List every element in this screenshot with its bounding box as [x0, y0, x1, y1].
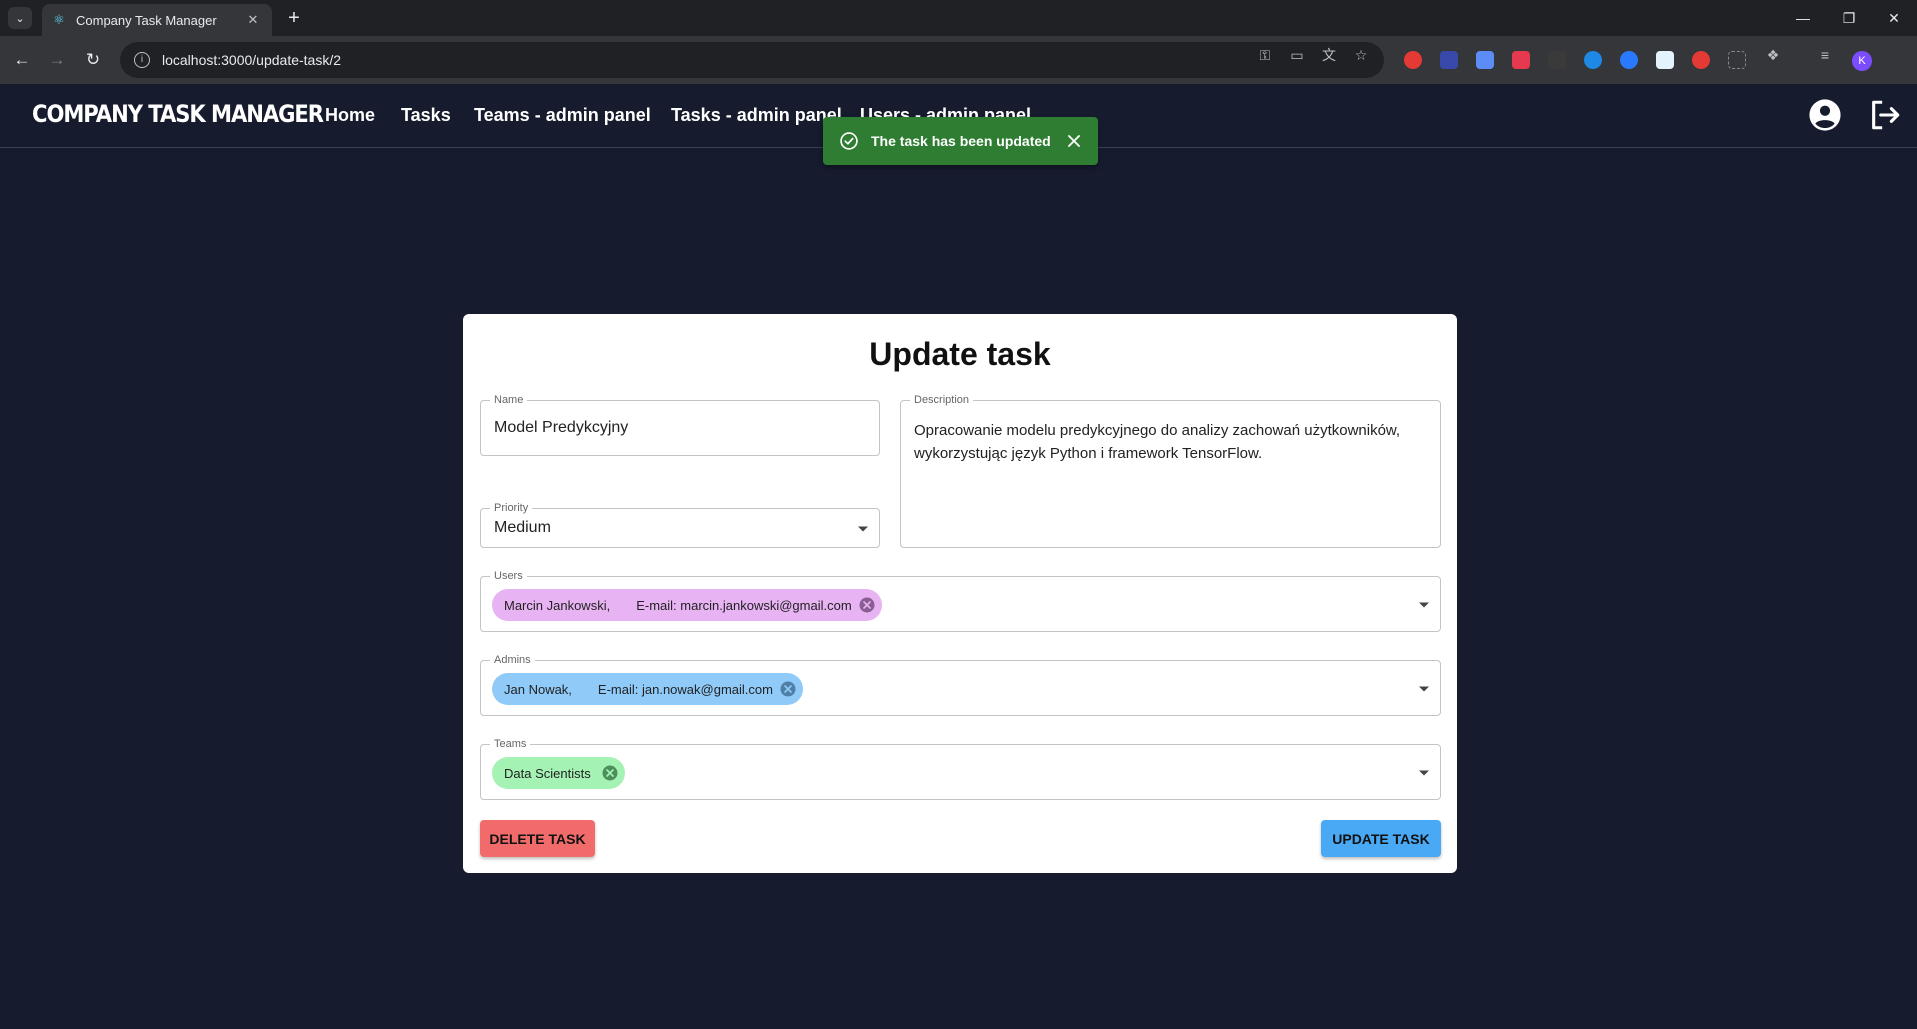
react-favicon-icon: ⚛	[53, 12, 65, 27]
account-circle-icon[interactable]	[1808, 98, 1842, 132]
back-arrow-icon[interactable]: ←	[10, 48, 34, 72]
address-url[interactable]: localhost:3000/update-task/2	[162, 52, 341, 68]
remove-admin-icon[interactable]	[779, 680, 797, 698]
address-bar[interactable]: i localhost:3000/update-task/2	[120, 42, 1384, 78]
nav-tasks-admin[interactable]: Tasks - admin panel	[671, 105, 842, 126]
description-field[interactable]: Description Opracowanie modelu predykcyj…	[900, 393, 1441, 548]
nav-teams-admin[interactable]: Teams - admin panel	[474, 105, 651, 126]
bookmark-star-icon[interactable]: ☆	[1352, 46, 1370, 64]
remove-team-icon[interactable]	[601, 764, 619, 782]
name-label: Name	[490, 393, 528, 407]
install-app-icon[interactable]: ▭	[1288, 46, 1306, 64]
site-info-icon[interactable]: i	[134, 52, 150, 68]
profile-avatar[interactable]: K	[1852, 51, 1872, 71]
admins-label: Admins	[490, 653, 535, 667]
users-select[interactable]: Users Marcin Jankowski, E-mail: marcin.j…	[480, 569, 1441, 632]
chevron-down-icon[interactable]	[1418, 769, 1430, 777]
name-field[interactable]: Name Model Predykcyjny	[480, 393, 880, 456]
app-brand[interactable]: COMPANY TASK MANAGER	[32, 100, 324, 128]
tab-search-chevron-icon[interactable]: ⌄	[8, 7, 32, 29]
logout-icon[interactable]	[1868, 98, 1902, 132]
browser-tab[interactable]: ⚛ Company Task Manager ✕	[42, 4, 272, 36]
extension-doc-icon[interactable]	[1656, 51, 1674, 69]
toast-message: The task has been updated	[871, 133, 1051, 149]
team-chip-name: Data Scientists	[504, 765, 591, 781]
teams-select[interactable]: Teams Data Scientists	[480, 737, 1441, 800]
remove-user-icon[interactable]	[858, 596, 876, 614]
restore-window-icon[interactable]: ❐	[1826, 0, 1872, 36]
nav-tasks[interactable]: Tasks	[401, 105, 451, 126]
extension-red-icon[interactable]	[1404, 51, 1422, 69]
update-task-button[interactable]: UPDATE TASK	[1321, 820, 1441, 857]
tab-close-icon[interactable]: ✕	[244, 12, 262, 28]
toast-close-icon[interactable]	[1064, 131, 1084, 151]
page-title: Update task	[869, 336, 1051, 372]
chevron-down-icon[interactable]	[857, 525, 869, 533]
extension-blue-circle-icon[interactable]	[1584, 51, 1602, 69]
check-circle-icon	[840, 132, 858, 150]
password-key-icon[interactable]: ⚿	[1256, 46, 1274, 64]
reading-list-icon[interactable]: ≡	[1816, 46, 1834, 64]
extensions-puzzle-icon[interactable]: ❖	[1764, 46, 1782, 64]
browser-toolbar: ← → ↻ i localhost:3000/update-task/2 ⚿ ▭…	[0, 36, 1917, 84]
admin-chip[interactable]: Jan Nowak, E-mail: jan.nowak@gmail.com	[492, 673, 803, 705]
priority-select[interactable]: Priority Medium	[480, 501, 880, 548]
translate-icon[interactable]: 文	[1320, 46, 1338, 64]
tab-title: Company Task Manager	[76, 12, 217, 28]
extension-frame-icon[interactable]	[1728, 51, 1746, 69]
minimize-window-icon[interactable]: —	[1780, 0, 1826, 36]
user-chip[interactable]: Marcin Jankowski, E-mail: marcin.jankows…	[492, 589, 882, 621]
forward-arrow-icon[interactable]: →	[45, 48, 69, 72]
description-label: Description	[910, 393, 974, 407]
extension-translate-icon[interactable]	[1476, 51, 1494, 69]
admins-select[interactable]: Admins Jan Nowak, E-mail: jan.nowak@gmai…	[480, 653, 1441, 716]
update-task-card: Update task Name Model Predykcyjny Descr…	[463, 314, 1457, 873]
extension-shield-icon[interactable]	[1440, 51, 1458, 69]
priority-value[interactable]: Medium	[494, 519, 551, 537]
extension-sync-icon[interactable]	[1620, 51, 1638, 69]
user-chip-name: Marcin Jankowski,	[504, 597, 611, 613]
reload-icon[interactable]: ↻	[81, 48, 105, 72]
admin-chip-name: Jan Nowak,	[504, 681, 572, 697]
nav-home[interactable]: Home	[325, 105, 375, 126]
browser-tabbar: ⌄ ⚛ Company Task Manager ✕ + — ❐ ✕	[0, 0, 1917, 36]
chevron-down-icon[interactable]	[1418, 601, 1430, 609]
extension-grid-icon[interactable]	[1512, 51, 1530, 69]
admin-chip-email: E-mail: jan.nowak@gmail.com	[597, 681, 773, 697]
priority-label: Priority	[490, 501, 533, 515]
close-window-icon[interactable]: ✕	[1871, 0, 1917, 36]
team-chip[interactable]: Data Scientists	[492, 757, 625, 789]
success-toast: The task has been updated	[823, 117, 1098, 165]
teams-label: Teams	[490, 737, 531, 751]
description-value[interactable]: Opracowanie modelu predykcyjnego do anal…	[914, 419, 1434, 465]
extension-hat-icon[interactable]	[1548, 51, 1566, 69]
new-tab-plus-icon[interactable]: +	[282, 6, 306, 30]
name-value[interactable]: Model Predykcyjny	[494, 419, 628, 437]
extension-red-circle-icon[interactable]	[1692, 51, 1710, 69]
user-chip-email: E-mail: marcin.jankowski@gmail.com	[636, 597, 852, 613]
delete-task-button[interactable]: DELETE TASK	[480, 820, 595, 857]
chevron-down-icon[interactable]	[1418, 685, 1430, 693]
users-label: Users	[490, 569, 527, 583]
